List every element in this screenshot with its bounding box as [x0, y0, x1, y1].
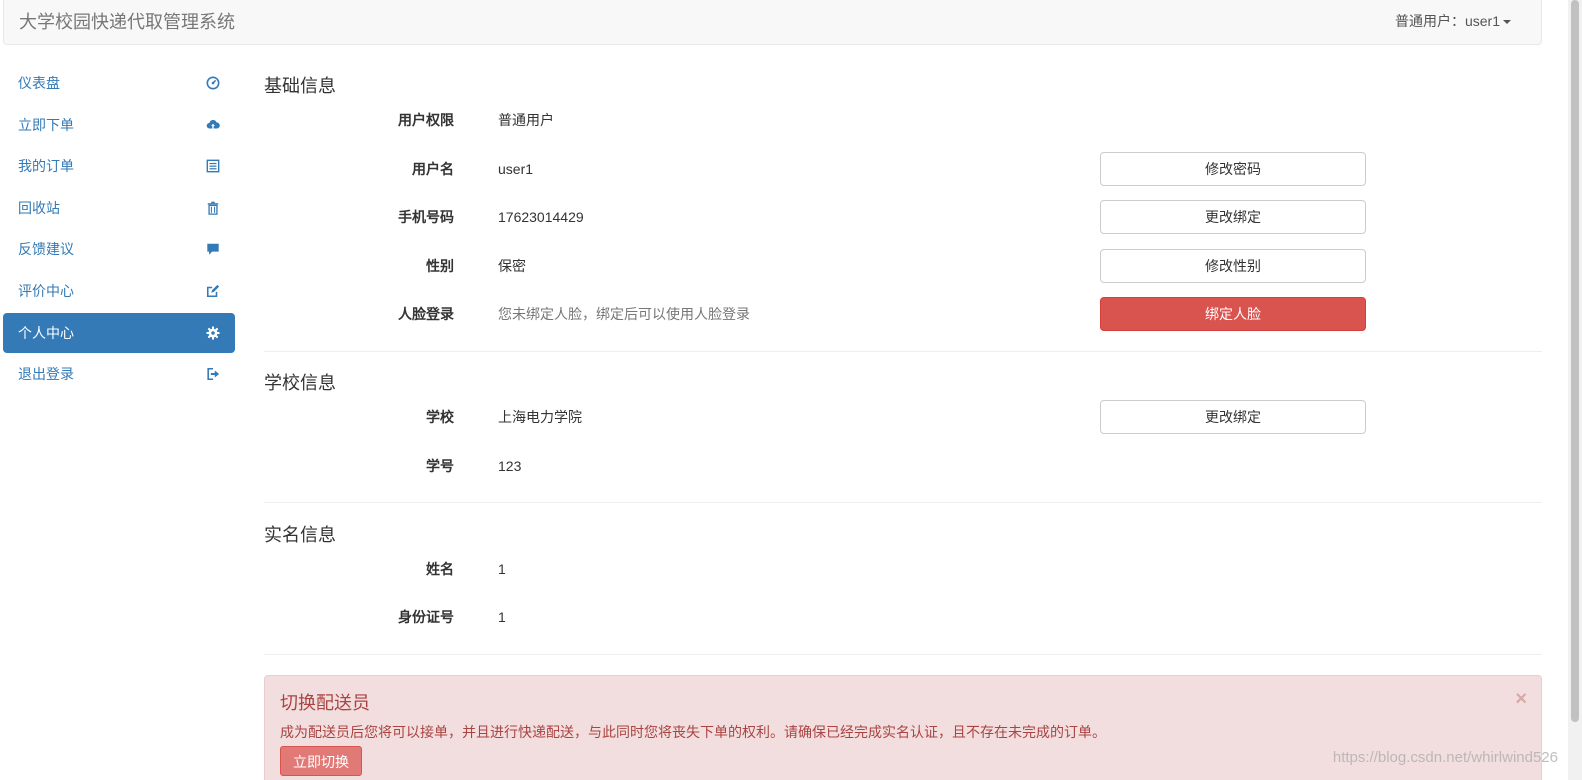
page-scrollbar[interactable]	[1568, 0, 1582, 780]
dashboard-icon	[205, 75, 221, 91]
row-student-no: 学号 123	[264, 449, 1542, 483]
school-value: 上海电力学院	[498, 409, 582, 425]
phone-label: 手机号码	[398, 209, 454, 225]
school-info-title: 学校信息	[264, 373, 336, 393]
sidebar-nav: 仪表盘 立即下单 我的订单 回收站 反馈建议 评价中心 个人中心 退出登录	[3, 63, 235, 396]
row-username: 用户名 user1 修改密码	[264, 152, 1542, 186]
row-phone: 手机号码 17623014429 更改绑定	[264, 200, 1542, 234]
section-divider	[264, 351, 1542, 352]
switch-now-button[interactable]: 立即切换	[280, 746, 362, 776]
bind-face-button[interactable]: 绑定人脸	[1100, 297, 1366, 331]
sidebar-item-label: 个人中心	[18, 324, 74, 341]
comment-icon	[205, 241, 221, 257]
top-navbar: 大学校园快递代取管理系统 普通用户：user1	[3, 0, 1542, 45]
row-face-login: 人脸登录 您未绑定人脸，绑定后可以使用人脸登录 绑定人脸	[264, 297, 1542, 331]
change-gender-button[interactable]: 修改性别	[1100, 249, 1366, 283]
change-phone-binding-button[interactable]: 更改绑定	[1100, 200, 1366, 234]
permission-label: 用户权限	[398, 112, 454, 128]
change-school-binding-button[interactable]: 更改绑定	[1100, 400, 1366, 434]
cog-icon	[205, 325, 221, 341]
log-out-icon	[205, 366, 221, 382]
row-name: 姓名 1	[264, 552, 1542, 586]
name-label: 姓名	[426, 561, 454, 577]
sidebar-item-label: 仪表盘	[18, 75, 60, 91]
section-divider	[264, 502, 1542, 503]
gender-label: 性别	[426, 258, 454, 274]
student-no-value: 123	[498, 458, 522, 474]
id-no-value: 1	[498, 609, 506, 625]
username-value: user1	[498, 161, 534, 177]
watermark: https://blog.csdn.net/whirlwind526	[1332, 749, 1558, 766]
close-icon[interactable]: ×	[1515, 688, 1527, 711]
trash-icon	[205, 200, 221, 216]
list-alt-icon	[205, 158, 221, 174]
app-title[interactable]: 大学校园快递代取管理系统	[19, 8, 235, 34]
sidebar-item-dashboard[interactable]: 仪表盘	[3, 63, 235, 103]
section-divider	[264, 654, 1542, 655]
sidebar-item-label: 立即下单	[18, 116, 74, 133]
row-permission: 用户权限 普通用户	[264, 103, 1542, 137]
sidebar-item-label: 评价中心	[18, 282, 74, 299]
sidebar-item-label: 我的订单	[18, 158, 74, 175]
caret-down-icon	[1503, 20, 1511, 25]
sidebar-item-my-orders[interactable]: 我的订单	[3, 146, 235, 186]
user-menu-label: 普通用户：user1	[1394, 13, 1500, 29]
permission-value: 普通用户	[498, 112, 554, 128]
phone-value: 17623014429	[498, 209, 584, 225]
sidebar-item-logout[interactable]: 退出登录	[3, 354, 235, 394]
row-id-no: 身份证号 1	[264, 600, 1542, 634]
sidebar-item-label: 退出登录	[18, 366, 74, 383]
alert-text: 成为配送员后您将可以接单，并且进行快递配送，与此同时您将丧失下单的权利。请确保已…	[280, 724, 1106, 740]
id-no-label: 身份证号	[398, 609, 454, 625]
student-no-label: 学号	[426, 458, 454, 474]
scrollbar-thumb[interactable]	[1571, 0, 1579, 722]
change-password-button[interactable]: 修改密码	[1100, 152, 1366, 186]
realname-info-title: 实名信息	[264, 525, 336, 545]
cloud-upload-icon	[205, 117, 221, 133]
sidebar-item-personal-center[interactable]: 个人中心	[3, 312, 235, 353]
basic-info-title: 基础信息	[264, 76, 336, 96]
sidebar-item-feedback[interactable]: 反馈建议	[3, 229, 235, 269]
sidebar-item-label: 回收站	[18, 199, 60, 216]
face-login-label: 人脸登录	[398, 306, 454, 322]
user-menu-dropdown[interactable]: 普通用户：user1	[1395, 11, 1511, 31]
school-label: 学校	[426, 409, 454, 425]
username-label: 用户名	[412, 161, 454, 177]
name-value: 1	[498, 561, 506, 577]
edit-icon	[205, 283, 221, 299]
gender-value: 保密	[498, 258, 526, 274]
row-school: 学校 上海电力学院 更改绑定	[264, 400, 1542, 434]
row-gender: 性别 保密 修改性别	[264, 249, 1542, 283]
sidebar-item-recycle-bin[interactable]: 回收站	[3, 188, 235, 228]
sidebar-item-label: 反馈建议	[18, 241, 74, 258]
sidebar-item-order-now[interactable]: 立即下单	[3, 105, 235, 145]
face-login-value: 您未绑定人脸，绑定后可以使用人脸登录	[498, 306, 750, 322]
alert-title: 切换配送员	[280, 693, 370, 713]
sidebar-item-reviews[interactable]: 评价中心	[3, 271, 235, 311]
